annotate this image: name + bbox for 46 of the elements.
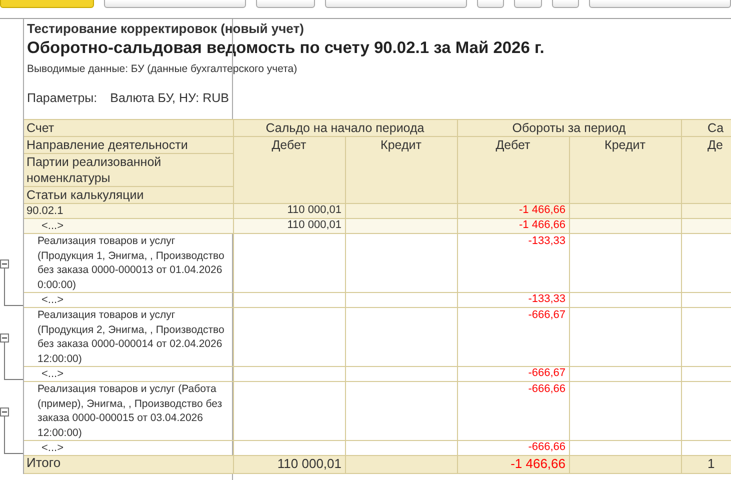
amount: -666,67: [528, 309, 566, 321]
toolbar-button[interactable]: [256, 0, 315, 8]
header-cell: Де: [681, 136, 731, 204]
row-label: <...>: [23, 292, 233, 308]
row-label: Реализация товаров и услуг (Продукция 2, Энигма, , Производство без заказа 0000-000014 от 02.04.2026 12:00:00): [23, 308, 233, 366]
row-label: 90.02.1: [23, 204, 233, 218]
toolbar-button[interactable]: [514, 0, 542, 8]
amount: 110 000,01: [287, 204, 342, 216]
header-cell: Дебет: [233, 136, 345, 204]
amount: -666,66: [528, 383, 566, 395]
output-note: Выводимые данные: БУ (данные бухгалтерского учета): [27, 63, 298, 75]
header-cell: Счет: [23, 120, 233, 136]
amount: -666,66: [528, 442, 566, 453]
header-cell: Дебет: [457, 136, 569, 204]
header-cell: Партии реализованной номенклатуры: [23, 154, 233, 186]
row-label: Реализация товаров и услуг (Продукция 1, Энигма, , Производство без заказа 0000-000013 от 01.04.2026 0:00:00): [23, 234, 233, 292]
amount: 110 000,01: [277, 456, 342, 471]
header-cell: Кредит: [569, 136, 681, 204]
amount: 1: [708, 456, 715, 471]
toolbar-button[interactable]: [552, 0, 580, 8]
header-cell: Са: [681, 120, 731, 136]
amount: -133,33: [528, 235, 566, 247]
toolbar-button[interactable]: [476, 0, 504, 8]
header-cell: Сальдо на начало периода: [233, 120, 457, 136]
row-label: <...>: [23, 218, 233, 234]
toolbar-button[interactable]: [0, 0, 94, 8]
toolbar-button[interactable]: [104, 0, 246, 8]
row-label: Итого: [23, 456, 233, 474]
amount: -1 466,66: [510, 456, 566, 471]
report-heading: Оборотно-сальдовая ведомость по счету 90.02.1 за Май 2026 г.: [27, 39, 546, 58]
header-cell: Обороты за период: [457, 120, 681, 136]
amount: -1 466,66: [519, 204, 566, 216]
amount: 110 000,01: [287, 220, 342, 231]
amount: -666,67: [528, 368, 566, 379]
toolbar-button[interactable]: [589, 0, 731, 8]
params-value: Валюта БУ, НУ: RUB: [110, 91, 229, 105]
header-cell: Направление деятельности: [23, 136, 233, 154]
header-cell: Кредит: [345, 136, 457, 204]
row-label: <...>: [23, 366, 233, 382]
toolbar-button[interactable]: [324, 0, 467, 8]
amount: -133,33: [528, 294, 566, 305]
amount: -1 466,66: [519, 220, 566, 231]
row-label: Реализация товаров и услуг (Работа (пример), Энигма, , Производство без заказа 0000-000015 от 03.04.2026 12:00:00): [23, 382, 233, 440]
params-label: Параметры:: [27, 91, 98, 105]
report-title: Тестирование корректировок (новый учет): [27, 21, 305, 36]
header-cell: Статьи калькуляции: [23, 186, 233, 204]
